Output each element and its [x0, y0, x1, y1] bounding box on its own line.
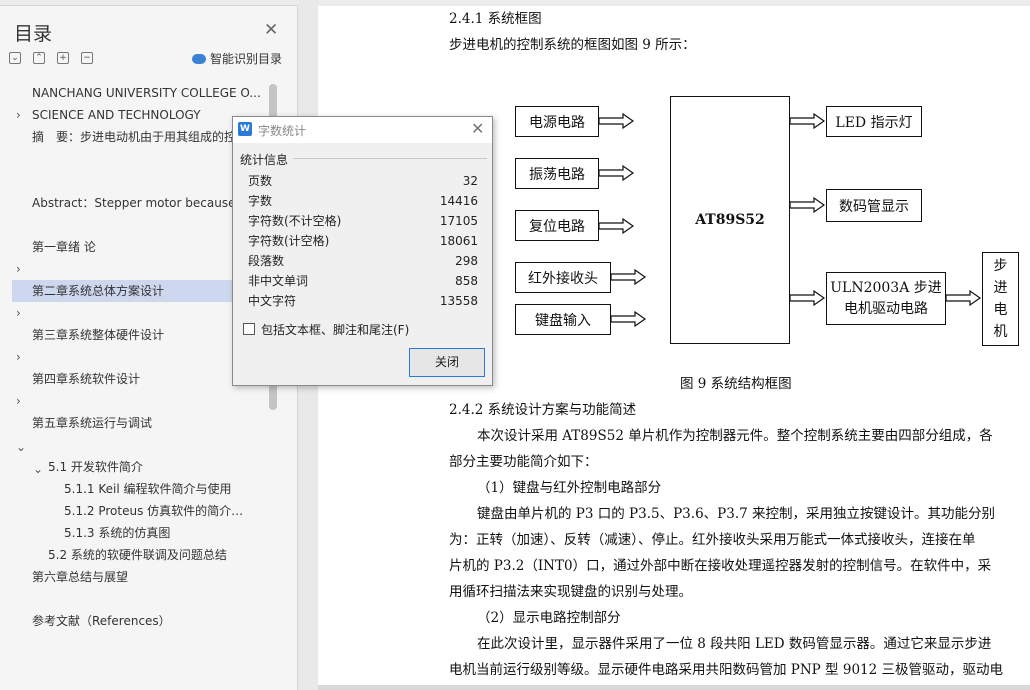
block-driver: ULN2003A 步进 电机驱动电路	[826, 272, 946, 325]
chevron-right-icon[interactable]: ›	[16, 108, 28, 122]
close-button[interactable]: 关闭	[409, 348, 485, 377]
chevron-down-icon[interactable]: ⌄	[33, 462, 45, 476]
motor-char: 机	[993, 324, 1008, 340]
arrow-icon	[945, 290, 981, 306]
driver-label-line2: 电机驱动电路	[844, 300, 928, 317]
stat-label: 页数	[248, 174, 273, 188]
paragraph-line: 用循环扫描法来实现键盘的识别与处理。	[449, 584, 692, 600]
arrow-icon	[598, 218, 634, 234]
paragraph-line: （2）显示电路控制部分	[477, 610, 621, 626]
block-seven-segment: 数码管显示	[826, 189, 922, 222]
toc-item[interactable]: 5.1 开发软件简介	[48, 456, 278, 478]
arrow-icon	[789, 197, 825, 213]
block-oscillator: 振荡电路	[515, 158, 599, 189]
paragraph-line: 键盘由单片机的 P3 口的 P3.5、P3.6、P3.7 来控制，采用独立按键设…	[477, 506, 995, 522]
toc-item[interactable]: 第五章系统运行与调试	[32, 412, 288, 434]
chevron-right-icon[interactable]: ›	[16, 306, 28, 320]
stat-value: 17105	[439, 214, 478, 228]
section-heading: 2.4.2 系统设计方案与功能简述	[449, 402, 637, 418]
toc-item[interactable]: 5.1.2 Proteus 仿真软件的简介与...	[64, 500, 254, 522]
stat-row: 非中文单词 858	[248, 271, 478, 291]
toc-item[interactable]: NANCHANG UNIVERSITY COLLEGE O...	[32, 82, 288, 104]
motor-char: 步	[993, 258, 1008, 274]
toc-top-edge	[0, 0, 298, 6]
paragraph-line: 部分主要功能简介如下：	[449, 454, 598, 470]
block-mcu: AT89S52	[670, 96, 790, 344]
block-ir-receiver: 红外接收头	[515, 262, 611, 293]
stat-row: 字数 14416	[248, 191, 478, 211]
toc-item[interactable]: 5.2 系统的软硬件联调及问题总结	[48, 544, 278, 566]
motor-char: 电	[993, 302, 1008, 318]
stat-row: 中文字符 13558	[248, 291, 478, 311]
arrow-icon	[789, 290, 825, 306]
block-motor: 步 进 电 机	[982, 252, 1019, 346]
add-heading-icon[interactable]: +	[57, 52, 69, 64]
include-textbox-checkbox[interactable]	[243, 323, 255, 335]
stat-value: 14416	[439, 194, 478, 208]
figure-caption: 图 9 系统结构框图	[680, 376, 792, 392]
chevron-down-icon[interactable]: ⌄	[16, 440, 28, 454]
word-count-dialog: W 字数统计 ✕ 统计信息 页数 32 字数 14416 字符数(不计空格) 1…	[232, 116, 493, 386]
remove-heading-icon[interactable]: −	[81, 52, 93, 64]
smart-toc-button[interactable]: 智能识别目录	[192, 50, 282, 67]
block-keyboard: 键盘输入	[515, 304, 611, 335]
wps-logo-icon: W	[238, 122, 252, 136]
paragraph-line: 电机当前运行级别等级。显示硬件电路采用共阳数码管加 PNP 型 9012 三极管…	[449, 662, 1003, 678]
stat-value: 858	[455, 274, 478, 288]
stat-value: 32	[462, 174, 478, 188]
toc-title: 目录	[14, 23, 53, 45]
arrow-icon	[598, 165, 634, 181]
close-icon[interactable]: ✕	[471, 119, 484, 138]
stat-label: 字符数(计空格)	[248, 234, 330, 248]
expand-up-icon[interactable]: ⌃	[33, 52, 45, 64]
close-icon[interactable]: ✕	[264, 22, 278, 39]
stat-label: 非中文单词	[248, 274, 309, 288]
toc-item[interactable]: 参考文献（References）	[32, 610, 288, 632]
stat-row: 字符数(计空格) 18061	[248, 231, 478, 251]
motor-char: 进	[993, 280, 1008, 296]
arrow-icon	[610, 269, 646, 285]
block-power: 电源电路	[515, 106, 599, 137]
chevron-right-icon[interactable]: ›	[16, 350, 28, 364]
paragraph-line: 为：正转（加速）、反转（减速）、停止。红外接收头采用万能式一体式接收头，连接在单	[449, 532, 976, 548]
toc-item[interactable]: 第六章总结与展望	[32, 566, 288, 588]
stat-label: 中文字符	[248, 294, 297, 308]
paragraph-line: 本次设计采用 AT89S52 单片机作为控制器元件。整个控制系统主要由四部分组成…	[477, 428, 993, 444]
stat-value: 298	[455, 254, 478, 268]
chevron-right-icon[interactable]: ›	[16, 262, 28, 276]
stat-label: 段落数	[248, 254, 285, 268]
arrow-icon	[598, 113, 634, 129]
smart-toc-label: 智能识别目录	[210, 52, 283, 66]
collapse-all-icon[interactable]: ⌄	[9, 52, 21, 64]
toc-item[interactable]: 5.1.3 系统的仿真图	[64, 522, 274, 544]
stat-row: 段落数 298	[248, 251, 478, 271]
stat-value: 18061	[439, 234, 478, 248]
stat-value: 13558	[439, 294, 478, 308]
dialog-titlebar[interactable]: W 字数统计 ✕	[233, 117, 492, 143]
page-bottom-edge	[318, 685, 1030, 690]
stat-row: 字符数(不计空格) 17105	[248, 211, 478, 231]
arrow-icon	[789, 113, 825, 129]
dialog-title: 字数统计	[258, 124, 307, 138]
include-textbox-label[interactable]: 包括文本框、脚注和尾注(F)	[261, 321, 409, 338]
stat-label: 字符数(不计空格)	[248, 214, 342, 228]
arrow-icon	[610, 311, 646, 327]
paragraph-line: 在此次设计里，显示器件采用了一位 8 段共阳 LED 数码管显示器。通过它来显示…	[477, 636, 992, 652]
block-reset: 复位电路	[515, 210, 599, 241]
group-divider	[293, 158, 487, 159]
smart-toc-icon	[192, 54, 206, 64]
stats-group-label: 统计信息	[240, 153, 289, 167]
chevron-right-icon[interactable]: ›	[16, 394, 28, 408]
block-led: LED 指示灯	[826, 106, 922, 137]
toc-item[interactable]: 5.1.1 Keil 编程软件简介与使用	[64, 478, 274, 500]
driver-label-line1: ULN2003A 步进	[830, 279, 942, 296]
paragraph-line: 片机的 P3.2（INT0）口，通过外部中断在接收处理遥控器发射的控制信号。在软…	[449, 558, 992, 574]
stat-label: 字数	[248, 194, 273, 208]
toc-item-selected[interactable]: 第二章系统总体方案设计	[12, 280, 268, 302]
paragraph-line: （1）键盘与红外控制电路部分	[477, 480, 662, 496]
stat-row: 页数 32	[248, 171, 478, 191]
